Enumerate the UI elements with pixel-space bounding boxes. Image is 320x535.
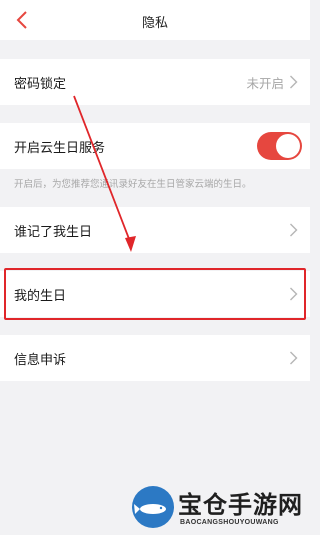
cloud-birthday-toggle[interactable] [257, 132, 302, 160]
watermark-title: 宝仓手游网 [178, 490, 303, 519]
password-lock-label: 密码锁定 [14, 76, 67, 92]
watermark-subtitle: BAOCANGSHOUYOUWANG [180, 519, 279, 526]
who-remembered-label: 谁记了我生日 [14, 224, 93, 240]
privacy-screen: 隐私 密码锁定 未开启 开启云生日服务 开启后，为您推荐您通讯录好友在生日管家云… [0, 0, 310, 535]
row-who-remembered[interactable]: 谁记了我生日 [0, 207, 310, 253]
cloud-birthday-hint: 开启后，为您推荐您通讯录好友在生日管家云端的生日。 [14, 179, 252, 190]
fish-logo-icon [134, 504, 166, 514]
password-lock-status: 未开启 [246, 75, 284, 91]
row-complaint[interactable]: 信息申诉 [0, 335, 310, 381]
chevron-right-icon [290, 75, 298, 89]
row-password-lock[interactable]: 密码锁定 未开启 [0, 59, 310, 105]
watermark: 宝仓手游网 BAOCANGSHOUYOUWANG [132, 484, 308, 534]
row-cloud-birthday: 开启云生日服务 [0, 123, 310, 169]
complaint-label: 信息申诉 [14, 352, 67, 368]
cloud-birthday-label: 开启云生日服务 [14, 140, 106, 156]
watermark-logo [132, 486, 174, 528]
page-title: 隐私 [141, 16, 168, 31]
chevron-right-icon [290, 351, 298, 365]
toggle-knob [276, 134, 300, 158]
chevron-right-icon [290, 223, 298, 237]
annotation-highlight-box [4, 268, 306, 320]
nav-bar: 隐私 [0, 0, 310, 40]
